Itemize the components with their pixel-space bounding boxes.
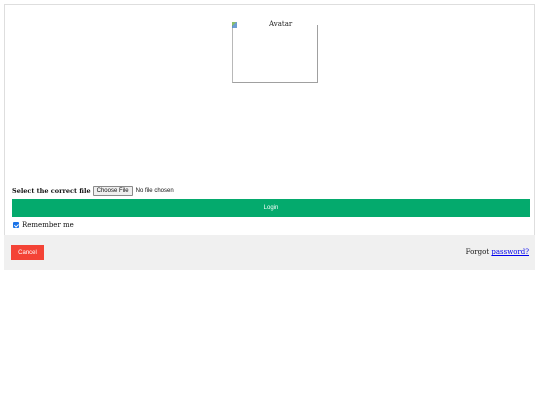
file-input-label: Select the correct file: [12, 187, 91, 195]
remember-me-label: Remember me: [22, 221, 74, 229]
login-form: Avatar Select the correct file Choose Fi…: [4, 4, 535, 270]
avatar-image-frame: [232, 25, 318, 83]
file-input-row: Select the correct file Choose File No f…: [12, 186, 174, 196]
forgot-password-text: Forgot password?: [466, 248, 529, 256]
file-status-text: No file chosen: [135, 188, 174, 194]
remember-me-row: Remember me: [13, 220, 74, 230]
forgot-prefix: Forgot: [465, 248, 490, 256]
avatar-alt-text: Avatar: [269, 20, 293, 28]
login-button[interactable]: Login: [12, 199, 530, 217]
cancel-button[interactable]: Cancel: [11, 245, 44, 260]
remember-me-checkbox[interactable]: [13, 222, 19, 228]
form-footer: Cancel Forgot password?: [4, 235, 535, 270]
forgot-password-link[interactable]: password?: [491, 248, 529, 256]
broken-image-icon: [232, 22, 237, 28]
avatar: Avatar: [232, 19, 318, 83]
choose-file-button[interactable]: Choose File: [92, 186, 133, 196]
